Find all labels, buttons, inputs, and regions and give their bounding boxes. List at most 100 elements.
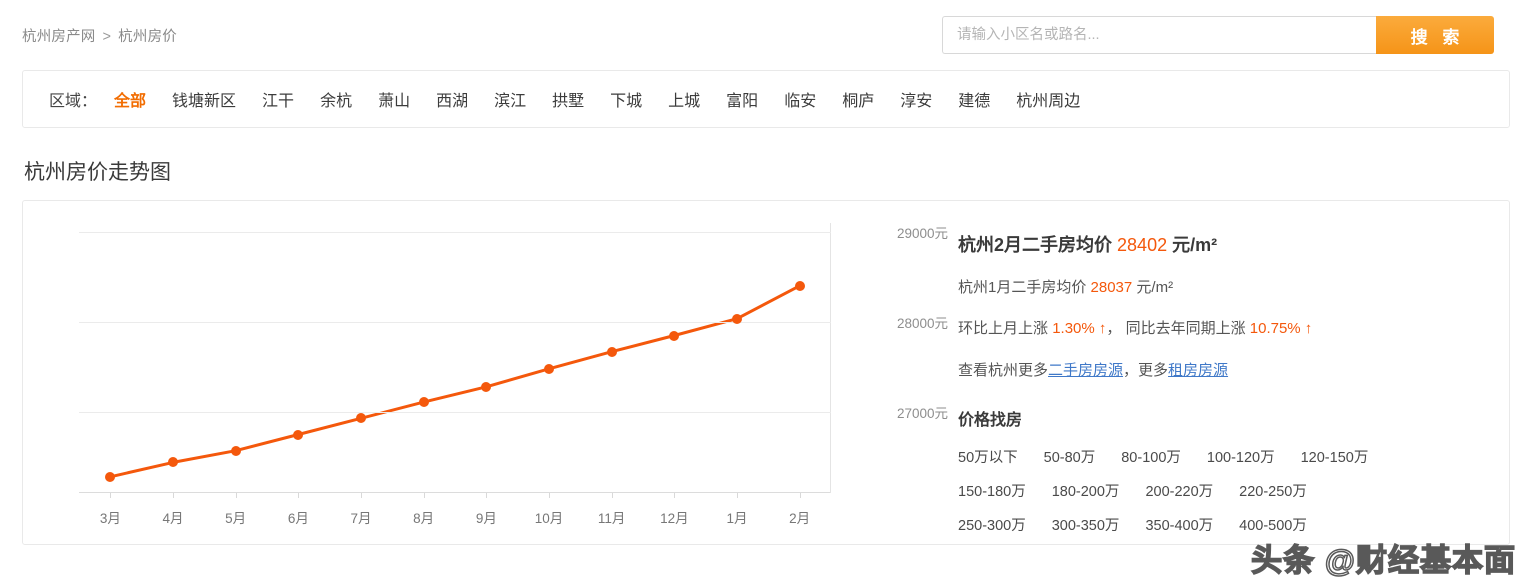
more-listings-prefix: 查看杭州更多: [958, 362, 1049, 379]
previous-price-unit: 元/m²: [1136, 279, 1174, 296]
search-button[interactable]: 搜 索: [1376, 16, 1494, 54]
search-input[interactable]: [942, 16, 1376, 54]
secondhand-listings-link[interactable]: 二手房房源: [1048, 362, 1123, 379]
current-price-unit: 元/m²: [1172, 235, 1218, 255]
region-item-4[interactable]: 萧山: [378, 87, 410, 111]
chart-x-tickmark-8: [611, 493, 613, 498]
price-range-item-2-1[interactable]: 300-350万: [1052, 514, 1120, 535]
price-range-item-0-3[interactable]: 100-120万: [1207, 446, 1275, 467]
chart-x-tick-2: 5月: [225, 511, 247, 526]
chart-data-point-10[interactable]: [732, 313, 742, 324]
chart-x-tickmark-10: [737, 493, 738, 498]
region-item-14[interactable]: 建德: [958, 87, 990, 111]
chart-data-point-11[interactable]: [794, 280, 805, 291]
chart-data-point-1[interactable]: [168, 457, 178, 468]
region-item-13[interactable]: 淳安: [900, 87, 932, 111]
region-item-3[interactable]: 余杭: [320, 87, 352, 111]
price-range-row-1: 150-180万 180-200万 200-220万 220-250万: [958, 480, 1509, 501]
current-price-value: 28402: [1117, 235, 1168, 255]
current-price-label: 杭州2月二手房均价: [958, 235, 1113, 255]
region-item-10[interactable]: 富阳: [726, 87, 758, 111]
chart-data-point-5[interactable]: [418, 397, 429, 408]
price-range-list: 50万以下 50-80万 80-100万 100-120万 120-150万 150-18…: [958, 446, 1509, 535]
chart-x-tick-6: 9月: [475, 511, 497, 526]
region-item-15[interactable]: 杭州周边: [1016, 87, 1080, 111]
chart-x-tick-10: 1月: [726, 511, 748, 526]
price-range-item-1-2[interactable]: 200-220万: [1145, 480, 1213, 501]
region-item-12[interactable]: 桐庐: [842, 87, 874, 111]
chart-data-point-9[interactable]: [669, 330, 680, 341]
chart-x-tickmark-7: [549, 493, 550, 498]
price-range-row-2: 250-300万 300-350万 350-400万 400-500万: [958, 514, 1509, 535]
price-range-item-2-2[interactable]: 350-400万: [1145, 514, 1213, 535]
chart-x-tick-8: 11月: [597, 511, 626, 526]
change-separator: ，: [1106, 320, 1122, 337]
chart-gridline-2: [79, 412, 831, 413]
chart-x-tick-1: 4月: [162, 511, 184, 526]
chart-x-tick-11: 2月: [789, 511, 811, 526]
price-range-item-2-3[interactable]: 400-500万: [1239, 514, 1307, 535]
chart-data-point-4[interactable]: [356, 413, 366, 424]
chart-data-point-0[interactable]: [105, 471, 116, 482]
chart-x-tick-4: 7月: [350, 511, 372, 526]
price-range-item-1-3[interactable]: 220-250万: [1239, 480, 1307, 501]
page-title: 杭州房价走势图: [24, 161, 171, 184]
chart-data-point-2[interactable]: [230, 445, 241, 456]
yoy-change-label: 同比去年同期上涨: [1125, 320, 1246, 337]
chart-x-tickmark-1: [173, 493, 174, 498]
price-change-stat: 环比上月上涨 1.30% ↑， 同比去年同期上涨 10.75% ↑: [958, 317, 1509, 338]
chart-gridline-0: [79, 232, 831, 233]
current-price-stat: 杭州2月二手房均价 28402 元/m²: [958, 231, 1509, 257]
region-item-0[interactable]: 全部: [114, 87, 146, 111]
region-item-6[interactable]: 滨江: [494, 87, 526, 111]
price-range-item-0-0[interactable]: 50万以下: [958, 446, 1018, 467]
chart-x-tickmark-4: [361, 493, 362, 498]
price-range-item-1-0[interactable]: 150-180万: [958, 480, 1026, 501]
rental-listings-link[interactable]: 租房房源: [1168, 362, 1228, 379]
chart-x-tickmark-6: [486, 493, 488, 498]
chart-x-tickmark-11: [799, 493, 801, 498]
chart-line-svg: [108, 284, 802, 479]
chart-x-tick-5: 8月: [413, 511, 435, 526]
top-bar: 杭州房产网 > 杭州房价 搜 索: [0, 0, 1532, 70]
region-filter-label: 区域：: [49, 93, 98, 110]
region-item-7[interactable]: 拱墅: [552, 87, 584, 111]
breadcrumb: 杭州房产网 > 杭州房价: [22, 25, 177, 46]
chart-x-tick-9: 12月: [660, 511, 689, 526]
more-listings-middle: ，更多: [1123, 362, 1169, 379]
breadcrumb-current: 杭州房价: [118, 28, 177, 45]
price-range-item-0-4[interactable]: 120-150万: [1301, 446, 1369, 467]
chart-x-tickmark-5: [423, 493, 425, 498]
region-item-9[interactable]: 上城: [668, 87, 700, 111]
chart-x-tick-0: 3月: [99, 511, 121, 526]
breadcrumb-separator: >: [102, 28, 112, 45]
chart-y-tick-2: 27000元: [897, 406, 949, 421]
chart-plot-area: 29000元 28000元 27000元 3月 4月 5月 6月 7月 8月 9月 10月 11月 12…: [79, 223, 948, 526]
content-card-wrapper: 29000元 28000元 27000元 3月 4月 5月 6月 7月 8月 9月 10月 11月 12…: [0, 200, 1532, 545]
region-item-11[interactable]: 临安: [784, 87, 816, 111]
chart-data-point-8[interactable]: [606, 346, 617, 357]
price-range-item-0-1[interactable]: 50-80万: [1044, 446, 1096, 467]
region-item-5[interactable]: 西湖: [436, 87, 468, 111]
region-filter-wrapper: 区域： 全部 钱塘新区 江干 余杭 萧山 西湖 滨江 拱墅 下城 上城 富阳 临安 桐庐 淳安 建德 杭州周边: [0, 70, 1532, 128]
price-range-item-2-0[interactable]: 250-300万: [958, 514, 1026, 535]
mom-change-value: 1.30% ↑: [1052, 320, 1107, 337]
search-box: 搜 索: [942, 16, 1494, 54]
chart-data-point-7[interactable]: [544, 363, 554, 374]
previous-price-label: 杭州1月二手房均价: [958, 279, 1087, 296]
chart-gridline-1: [79, 322, 831, 323]
chart-data-point-3[interactable]: [293, 429, 304, 440]
region-item-8[interactable]: 下城: [610, 87, 642, 111]
chart-x-tickmark-3: [298, 493, 300, 498]
price-range-item-1-1[interactable]: 180-200万: [1052, 480, 1120, 501]
price-range-item-0-2[interactable]: 80-100万: [1121, 446, 1181, 467]
yoy-change-value: 10.75% ↑: [1249, 320, 1313, 337]
price-trend-card: 29000元 28000元 27000元 3月 4月 5月 6月 7月 8月 9月 10月 11月 12…: [22, 200, 1510, 545]
chart-data-point-6[interactable]: [481, 381, 492, 392]
chart-y-tick-0: 29000元: [897, 226, 949, 241]
region-list: 全部 钱塘新区 江干 余杭 萧山 西湖 滨江 拱墅 下城 上城 富阳 临安 桐庐 淳安 建德 杭州周边: [101, 87, 1093, 111]
region-item-2[interactable]: 江干: [262, 87, 294, 111]
region-item-1[interactable]: 钱塘新区: [172, 87, 236, 111]
breadcrumb-root-link[interactable]: 杭州房产网: [22, 29, 96, 45]
more-listings-line: 查看杭州更多二手房房源，更多租房房源: [958, 359, 1509, 380]
